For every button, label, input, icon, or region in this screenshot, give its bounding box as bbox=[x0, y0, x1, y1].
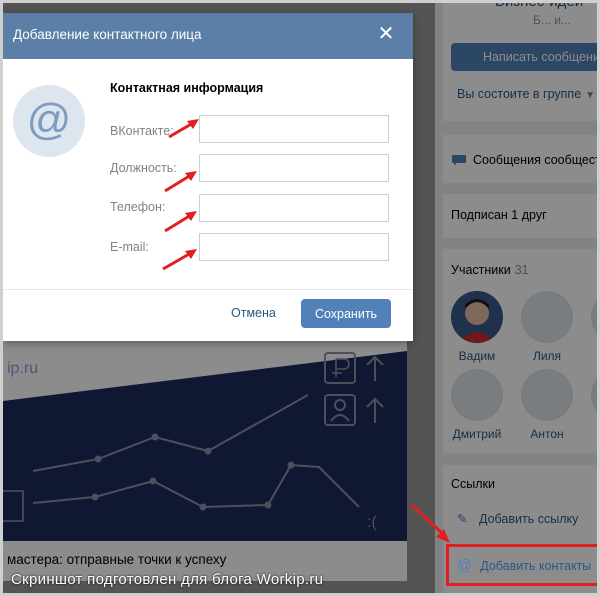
phone-field-label: Телефон: bbox=[110, 200, 166, 214]
cancel-button[interactable]: Отмена bbox=[231, 306, 276, 320]
close-icon[interactable]: ✕ bbox=[375, 23, 397, 45]
dialog-header: Добавление контактного лица ✕ bbox=[3, 13, 413, 59]
watermark-text: Скриншот подготовлен для блога Workip.ru bbox=[11, 571, 324, 588]
add-contact-dialog: Добавление контактного лица ✕ @ Контактн… bbox=[3, 13, 413, 341]
dialog-title: Добавление контактного лица bbox=[13, 27, 202, 42]
phone-field[interactable] bbox=[199, 194, 389, 222]
screenshot-frame: Бизнес-идеи Б... и... Написать сообщение… bbox=[0, 0, 600, 596]
highlight-box bbox=[446, 544, 597, 586]
contact-avatar-icon: @ bbox=[13, 85, 85, 157]
vk-field[interactable] bbox=[199, 115, 389, 143]
section-title: Контактная информация bbox=[110, 81, 264, 95]
red-arrow-icon bbox=[164, 211, 197, 233]
save-button[interactable]: Сохранить bbox=[301, 299, 391, 328]
annotation-arrow-icon bbox=[410, 503, 450, 543]
email-field-label: E-mail: bbox=[110, 240, 149, 254]
red-arrow-icon bbox=[168, 119, 199, 139]
red-arrow-icon bbox=[164, 171, 197, 193]
email-field[interactable] bbox=[199, 233, 389, 261]
position-field[interactable] bbox=[199, 154, 389, 182]
red-arrow-icon bbox=[162, 249, 197, 271]
vk-field-label: ВКонтакте: bbox=[110, 124, 174, 138]
